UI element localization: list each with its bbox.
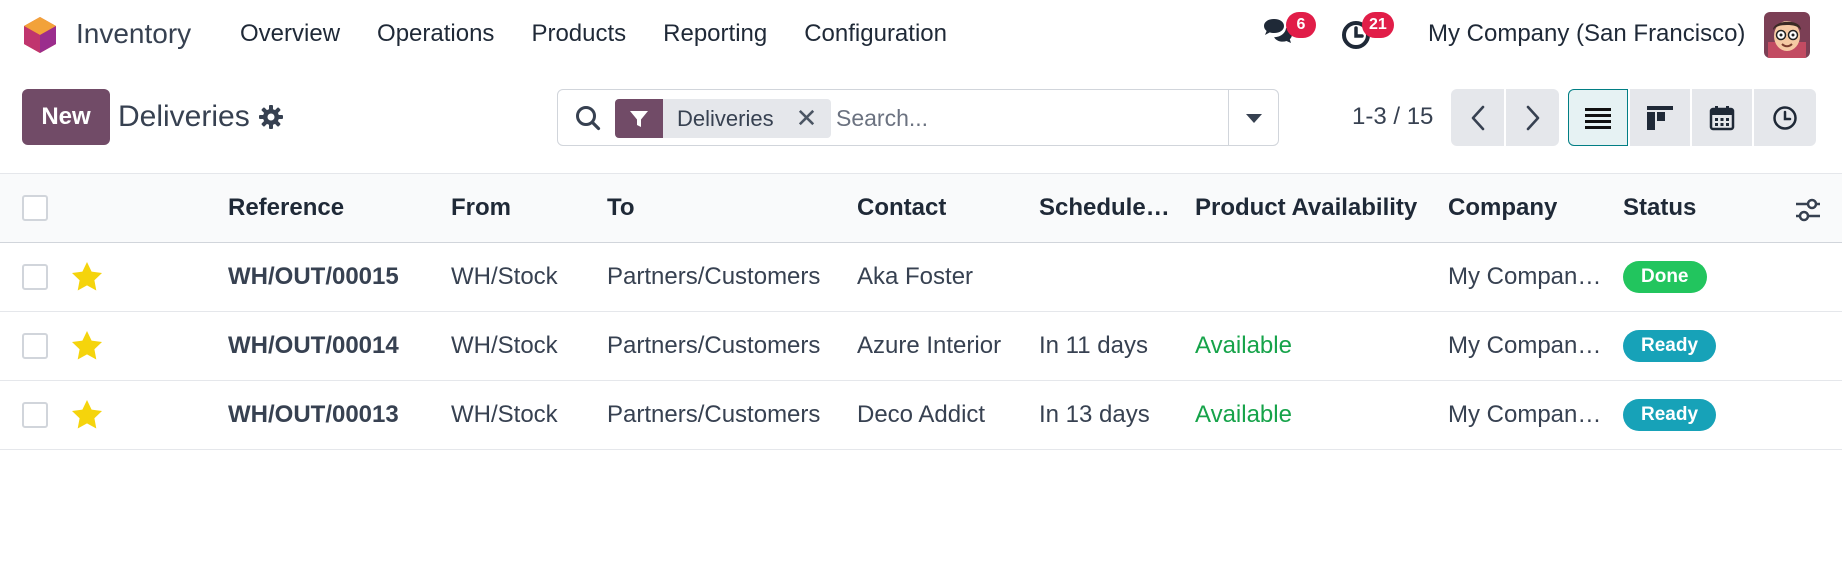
clock-icon [1773, 105, 1797, 130]
column-header-status[interactable]: Status [1623, 174, 1696, 242]
status-badge: Ready [1623, 399, 1717, 431]
menu-operations[interactable]: Operations [377, 18, 494, 50]
cell-to: Partners/Customers [607, 401, 821, 428]
cell-from: WH/Stock [451, 263, 558, 290]
cell-contact: Azure Interior [857, 332, 1002, 359]
cell-company: My Compan… [1448, 401, 1602, 428]
star-icon[interactable] [70, 329, 104, 363]
row-select-cell [22, 381, 48, 449]
cell-reference: WH/OUT/00014 [228, 332, 399, 359]
optional-columns-icon[interactable] [1794, 196, 1822, 224]
list-icon [1585, 107, 1611, 129]
page-title: Deliveries [118, 100, 250, 133]
menu-configuration[interactable]: Configuration [804, 18, 947, 50]
column-header-reference[interactable]: Reference [228, 174, 344, 242]
cell-to: Partners/Customers [607, 263, 821, 290]
column-header-to[interactable]: To [607, 174, 635, 242]
cell-contact: Deco Addict [857, 401, 986, 428]
pager-previous-button[interactable] [1451, 89, 1504, 146]
cell-company: My Compan… [1448, 263, 1602, 290]
deliveries-table: Reference From To Contact Schedule… Prod… [0, 173, 1842, 450]
kanban-icon [1647, 105, 1673, 130]
search-options-toggle[interactable] [1228, 90, 1278, 145]
new-button[interactable]: New [22, 89, 110, 145]
column-header-scheduled[interactable]: Schedule… [1039, 174, 1170, 242]
pager-value[interactable]: 1-3 / 15 [1352, 102, 1433, 132]
cell-reference: WH/OUT/00015 [228, 263, 399, 290]
star-icon[interactable] [70, 260, 104, 294]
messages-count-badge: 6 [1286, 12, 1316, 38]
main-menu: Overview Operations Products Reporting C… [240, 18, 984, 50]
table-header: Reference From To Contact Schedule… Prod… [0, 173, 1842, 243]
cell-status: Ready [1623, 312, 1717, 380]
star-icon[interactable] [70, 398, 104, 432]
list-view-button[interactable] [1568, 89, 1628, 146]
filter-icon [615, 99, 663, 138]
status-badge: Ready [1623, 330, 1717, 362]
row-checkbox[interactable] [22, 333, 48, 359]
pager-next-button[interactable] [1506, 89, 1559, 146]
facet-remove-icon[interactable]: ✕ [796, 103, 818, 134]
chevron-right-icon [1526, 105, 1539, 130]
menu-products[interactable]: Products [531, 18, 626, 50]
priority-cell [70, 381, 104, 449]
caret-down-icon [1245, 113, 1262, 123]
row-select-cell [22, 312, 48, 380]
activities-count-badge: 21 [1362, 12, 1394, 38]
column-header-from[interactable]: From [451, 174, 511, 242]
cell-company: My Compan… [1448, 332, 1602, 359]
gear-icon[interactable] [258, 104, 284, 130]
chevron-left-icon [1471, 105, 1484, 130]
column-header-contact[interactable]: Contact [857, 174, 946, 242]
cell-availability: Available [1195, 401, 1292, 428]
search-bar: Deliveries ✕ [557, 89, 1279, 146]
inventory-app-icon[interactable] [20, 15, 60, 55]
priority-cell [70, 243, 104, 311]
cell-scheduled: In 13 days [1039, 401, 1150, 428]
cell-reference: WH/OUT/00013 [228, 401, 399, 428]
row-select-cell [22, 243, 48, 311]
select-all-checkbox[interactable] [22, 195, 48, 221]
cell-status: Ready [1623, 381, 1717, 449]
select-all-cell [22, 174, 48, 242]
table-row[interactable]: WH/OUT/00014 WH/Stock Partners/Customers… [0, 312, 1842, 381]
status-badge: Done [1623, 261, 1707, 293]
table-row[interactable]: WH/OUT/00013 WH/Stock Partners/Customers… [0, 381, 1842, 450]
table-row[interactable]: WH/OUT/00015 WH/Stock Partners/Customers… [0, 243, 1842, 312]
kanban-view-button[interactable] [1630, 89, 1690, 146]
search-facet: Deliveries ✕ [615, 99, 832, 138]
cell-from: WH/Stock [451, 401, 558, 428]
cell-to: Partners/Customers [607, 332, 821, 359]
search-icon[interactable] [574, 104, 602, 132]
calendar-view-button[interactable] [1692, 89, 1752, 146]
menu-overview[interactable]: Overview [240, 18, 340, 50]
facet-label: Deliveries [677, 105, 774, 131]
cell-availability: Available [1195, 332, 1292, 359]
calendar-icon [1709, 105, 1735, 130]
priority-cell [70, 312, 104, 380]
cell-from: WH/Stock [451, 332, 558, 359]
company-switcher[interactable]: My Company (San Francisco) [1428, 18, 1745, 50]
column-header-company[interactable]: Company [1448, 174, 1557, 242]
user-avatar[interactable] [1764, 12, 1810, 58]
app-name[interactable]: Inventory [76, 16, 191, 52]
top-navbar: Inventory Overview Operations Products R… [0, 0, 1842, 70]
cell-scheduled: In 11 days [1039, 332, 1148, 359]
activity-view-button[interactable] [1754, 89, 1816, 146]
search-input[interactable] [836, 100, 1216, 136]
cell-status: Done [1623, 243, 1707, 311]
cell-contact: Aka Foster [857, 263, 974, 290]
menu-reporting[interactable]: Reporting [663, 18, 767, 50]
row-checkbox[interactable] [22, 264, 48, 290]
column-header-product-availability[interactable]: Product Availability [1195, 174, 1417, 242]
row-checkbox[interactable] [22, 402, 48, 428]
